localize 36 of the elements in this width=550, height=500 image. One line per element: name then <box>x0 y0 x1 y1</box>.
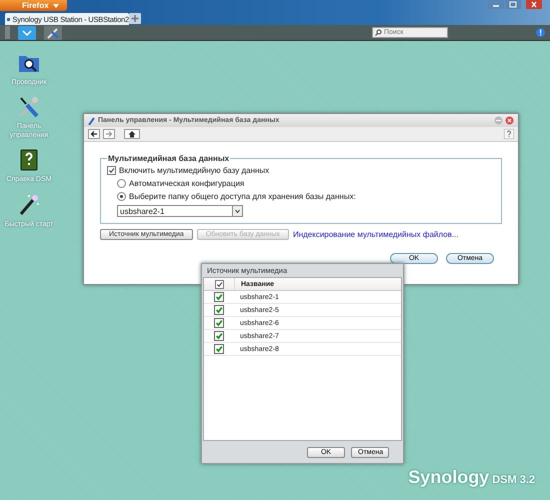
checkbox[interactable] <box>214 331 224 341</box>
home-button[interactable] <box>124 129 140 139</box>
indexing-link[interactable]: Индексирование мультимедийных файлов... <box>292 230 458 239</box>
magic-wand-icon[interactable] <box>17 192 41 217</box>
search-icon <box>375 29 382 36</box>
group-title: Мультимедийная база данных <box>107 154 230 163</box>
checkbox[interactable] <box>214 318 224 328</box>
checkbox[interactable] <box>214 292 224 302</box>
minimize-icon[interactable] <box>488 0 504 9</box>
radio-label: Автоматическая конфигурация <box>129 179 244 188</box>
brand-version: DSM 3.2 <box>492 474 535 486</box>
brand-name: Synology <box>408 467 490 488</box>
forward-arrow-icon <box>105 130 113 138</box>
info-icon[interactable] <box>536 28 545 37</box>
share-dropdown[interactable]: usbshare2-1 <box>117 205 243 217</box>
maximize-icon[interactable] <box>505 0 521 9</box>
help-icon[interactable] <box>504 129 514 139</box>
chevron-down-icon[interactable] <box>18 26 36 40</box>
new-tab-icon[interactable] <box>129 13 141 24</box>
back-arrow-icon <box>90 130 98 138</box>
radio-button[interactable] <box>117 192 126 201</box>
checkbox[interactable] <box>214 305 224 315</box>
radio-button[interactable] <box>117 179 126 188</box>
checkbox[interactable] <box>214 280 224 288</box>
home-icon <box>128 130 136 138</box>
wrench-screwdriver-icon[interactable] <box>44 26 62 40</box>
checkbox[interactable] <box>214 344 224 354</box>
caret-icon <box>52 4 59 8</box>
back-button[interactable] <box>88 129 100 139</box>
checkbox-label: Включить мультимедийную базу данных <box>119 166 270 175</box>
radio-label: Выберите папку общего доступа для хранения базы данных: <box>129 192 356 201</box>
toolbar-grip <box>5 26 10 39</box>
wrench-screwdriver-icon[interactable] <box>17 95 41 120</box>
checkbox[interactable] <box>107 166 116 175</box>
close-icon[interactable] <box>505 116 514 125</box>
site-icon <box>7 16 10 22</box>
